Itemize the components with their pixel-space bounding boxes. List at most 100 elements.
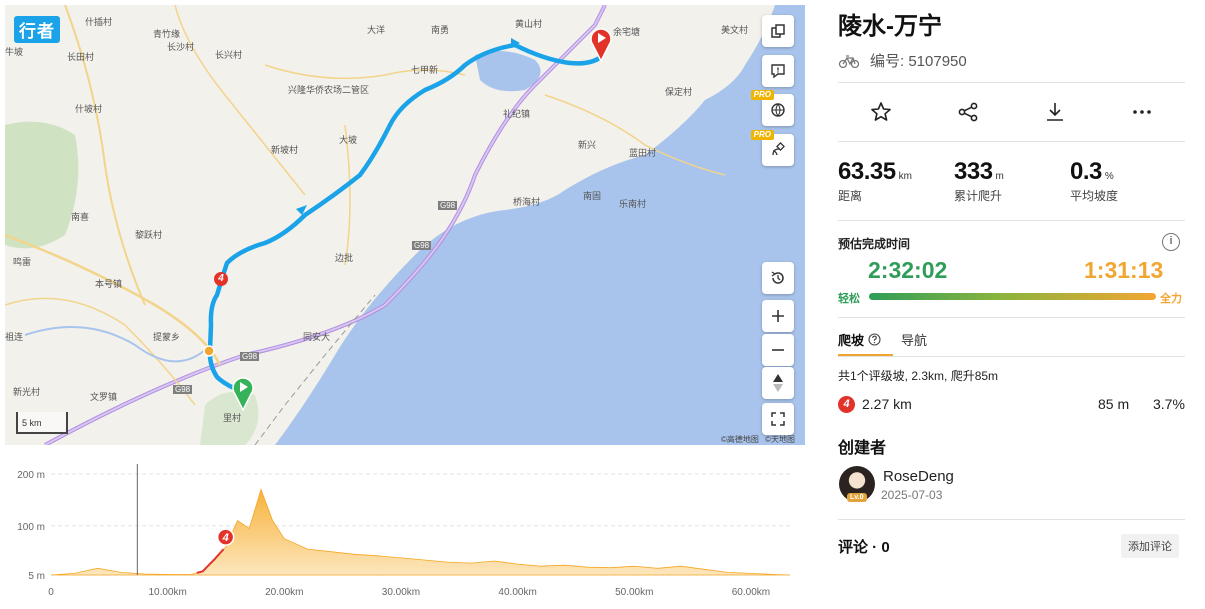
map-place-label: 大坡 — [339, 135, 358, 145]
satellite-icon — [772, 142, 785, 156]
divider — [838, 220, 1185, 221]
elevation-profile[interactable]: 200 m 100 m 5 m 0 10.00km 20.00km 30.00km 40.00… — [5, 460, 805, 605]
compass-button[interactable] — [762, 367, 794, 399]
zoom-out-icon — [772, 349, 784, 351]
stat-value: 333 — [954, 158, 993, 185]
map-place-label: 里村 — [223, 413, 242, 423]
stat-label: 累计爬升 — [954, 189, 1003, 203]
map-place-label: 黎跃村 — [135, 230, 163, 240]
map-place-label: 提蒙乡 — [153, 332, 181, 342]
tab-climb-label: 爬坡 — [838, 333, 865, 348]
bicycle-icon — [838, 54, 860, 68]
help-icon[interactable] — [868, 333, 881, 346]
more-icon — [1132, 110, 1151, 114]
divider — [838, 82, 1185, 83]
map-base — [5, 5, 805, 445]
map-place-label: 长田村 — [67, 52, 95, 62]
star-icon — [871, 102, 892, 121]
map-place-label: 七甲新 — [411, 65, 439, 75]
copyright-tianditu: ©天地图 — [765, 435, 795, 444]
climb-distance: 2.27 km — [862, 396, 912, 412]
creator-name[interactable]: RoseDeng — [883, 468, 954, 485]
creator-date: 2025-07-03 — [881, 488, 943, 502]
map-place-label: 南固 — [583, 191, 602, 201]
creator-title: 创建者 — [838, 440, 887, 457]
map-place-label: 长兴村 — [215, 50, 243, 60]
info-icon[interactable]: i — [1162, 233, 1180, 251]
start-flag-icon[interactable] — [231, 376, 255, 412]
eta-hard-time: 1:31:13 — [1084, 257, 1164, 283]
map-layer-icon — [771, 103, 785, 117]
x-tick-label: 40.00km — [498, 587, 536, 598]
zoom-in-button[interactable] — [762, 300, 794, 332]
map-copyright: ©高德地图 ©天地图 — [721, 434, 795, 445]
stat-avg-grade: 0.3% 平均坡度 — [1070, 158, 1118, 204]
finish-flag-icon[interactable] — [589, 27, 613, 63]
share-button[interactable] — [925, 92, 1012, 132]
stat-value: 0.3 — [1070, 158, 1102, 185]
climb-summary: 共1个评级坡, 2.3km, 爬升85m — [838, 369, 999, 383]
map-place-label: 美文村 — [721, 25, 749, 35]
map-place-label: 本号镇 — [95, 279, 123, 289]
map-place-label: 新兴 — [578, 140, 597, 150]
stat-label: 平均坡度 — [1070, 189, 1119, 203]
reset-view-button[interactable] — [762, 262, 794, 294]
route-id-value: 5107950 — [908, 53, 967, 70]
map-place-label: 边批 — [335, 253, 354, 263]
eta-easy-time: 2:32:02 — [868, 257, 948, 283]
climb-marker[interactable]: 4 — [214, 272, 228, 286]
climb-category-badge: 4 — [838, 396, 855, 413]
x-tick-label: 50.00km — [615, 587, 653, 598]
zoom-in-icon — [772, 310, 784, 322]
copyright-amap: ©高德地图 — [720, 435, 759, 444]
elevation-chart: 200 m 100 m 5 m0 10.00km 20.00km 30.00km 40.00… — [17, 464, 791, 598]
map-place-label: 乐南村 — [619, 199, 647, 209]
fullscreen-button[interactable] — [762, 403, 794, 435]
tab-climb[interactable]: 爬坡 — [838, 330, 881, 349]
map-place-label: 新坡村 — [271, 145, 299, 155]
map-scale: 5 km — [16, 412, 68, 434]
stat-label: 距离 — [838, 189, 863, 203]
comments-count: 评论 · 0 — [838, 539, 890, 556]
copy-icon — [771, 24, 785, 38]
divider — [838, 519, 1185, 520]
tab-navigation[interactable]: 导航 — [901, 330, 927, 349]
favorite-button[interactable] — [838, 92, 925, 132]
map-place-label: 大洋 — [367, 25, 386, 35]
compass-icon — [773, 374, 783, 392]
highway-label: G98 — [438, 201, 458, 210]
map-place-label: 青竹缘 — [153, 29, 181, 39]
divider — [838, 141, 1185, 142]
map-place-label: 桥海村 — [513, 197, 541, 207]
stat-elevation-gain: 333 m 累计爬升 — [954, 158, 1004, 204]
user-level-badge: Lv.0 — [847, 493, 867, 502]
stat-unit: km — [898, 171, 912, 182]
climb-grade: 3.7% — [1153, 396, 1185, 412]
zoom-out-button[interactable] — [762, 334, 794, 366]
download-icon — [1046, 103, 1063, 121]
more-button[interactable] — [1098, 92, 1185, 132]
feedback-button[interactable] — [762, 55, 794, 87]
elevation-area — [50, 488, 791, 576]
add-comment-button[interactable]: 添加评论 — [1121, 534, 1179, 558]
pro-badge: PRO — [750, 90, 774, 100]
download-button[interactable] — [1012, 92, 1099, 132]
map-place-label: 鸣雷 — [13, 257, 32, 267]
map-place-label: 牛坡 — [5, 47, 24, 57]
xingzhe-logo: 行者 — [14, 16, 60, 43]
copy-route-button[interactable] — [762, 15, 794, 47]
map-place-label: 兴隆华侨农场二管区 — [288, 85, 370, 95]
y-tick-label: 5 m — [28, 571, 45, 582]
map-place-label: 保定村 — [665, 87, 693, 97]
route-map[interactable]: 行者 什插村 青竹缘 长沙村 长兴村 大洋 南勇 黄山村 余宅塘 美文村 长田村… — [5, 5, 805, 445]
map-place-label: 南喜 — [71, 212, 90, 222]
x-tick-label: 60.00km — [732, 587, 770, 598]
history-icon — [771, 271, 784, 284]
easy-label: 轻松 — [838, 293, 860, 305]
map-place-label: 礼纪镇 — [503, 109, 531, 119]
x-tick-label: 10.00km — [148, 587, 186, 598]
route-id-label: 编号: — [870, 53, 905, 70]
stat-value: 63.35 — [838, 158, 896, 185]
map-place-label: 新光村 — [13, 387, 41, 397]
map-place-label: 长沙村 — [167, 42, 195, 52]
